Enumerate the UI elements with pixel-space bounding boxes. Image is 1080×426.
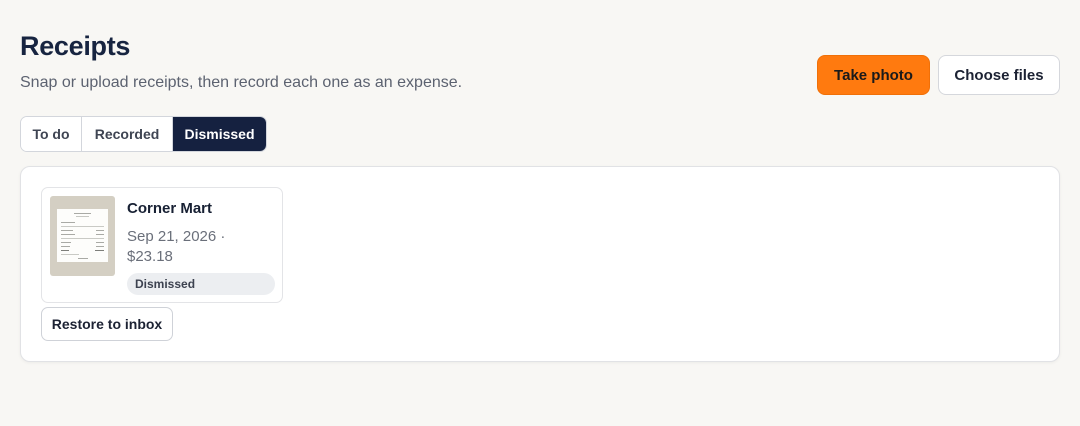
- choose-files-button[interactable]: Choose files: [938, 55, 1060, 95]
- receipt-paper-image: [57, 209, 108, 262]
- receipt-card[interactable]: Corner Mart Sep 21, 2026 · $23.18 Dismis…: [41, 187, 283, 303]
- receipts-panel: Corner Mart Sep 21, 2026 · $23.18 Dismis…: [20, 166, 1060, 362]
- tab-recorded[interactable]: Recorded: [82, 117, 173, 151]
- tab-dismissed[interactable]: Dismissed: [173, 117, 266, 151]
- receipt-info: Corner Mart Sep 21, 2026 · $23.18 Dismis…: [127, 199, 275, 295]
- receipts-page: Receipts Snap or upload receipts, then r…: [0, 0, 1080, 426]
- tab-to-do[interactable]: To do: [21, 117, 82, 151]
- restore-to-inbox-button[interactable]: Restore to inbox: [41, 307, 173, 341]
- page-header: Receipts Snap or upload receipts, then r…: [20, 30, 462, 94]
- take-photo-button[interactable]: Take photo: [817, 55, 930, 95]
- header-actions: Take photo Choose files: [817, 55, 1060, 95]
- status-badge: Dismissed: [127, 273, 275, 295]
- page-title: Receipts: [20, 31, 131, 61]
- status-tabs: To do Recorded Dismissed: [20, 116, 267, 152]
- receipt-thumbnail: [50, 196, 115, 276]
- receipt-merchant: Corner Mart: [127, 200, 213, 217]
- receipt-date-amount: Sep 21, 2026 · $23.18: [127, 228, 226, 265]
- page-subtitle: Snap or upload receipts, then record eac…: [20, 74, 463, 91]
